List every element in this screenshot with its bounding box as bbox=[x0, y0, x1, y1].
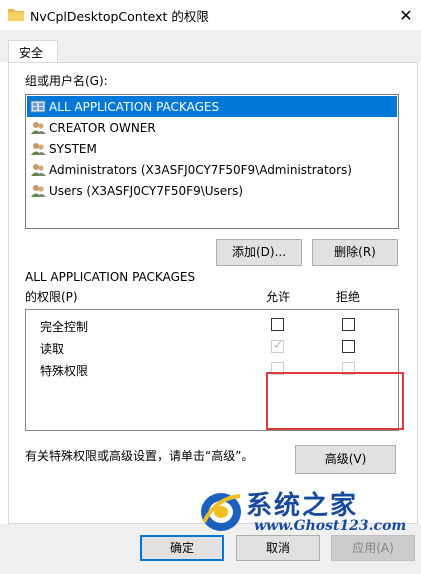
tab-security[interactable]: 安全 bbox=[8, 40, 58, 63]
deny-column-header: 拒绝 bbox=[336, 290, 361, 304]
principal-name: Administrators (X3ASFJ0CY7F50F9\Administ… bbox=[49, 162, 352, 177]
window-title: NvCplDesktopContext 的权限 bbox=[30, 9, 209, 24]
permissions-header: ALL APPLICATION PACKAGES bbox=[25, 270, 196, 284]
permissions-header-sub: 的权限(P) bbox=[25, 290, 78, 304]
users-icon bbox=[31, 121, 46, 134]
list-item[interactable]: Users (X3ASFJ0CY7F50F9\Users) bbox=[27, 180, 397, 201]
title-bar: NvCplDesktopContext 的权限 ✕ bbox=[0, 0, 421, 30]
allow-checkbox[interactable]: ✓ bbox=[271, 338, 284, 353]
remove-button[interactable]: 删除(R) bbox=[312, 239, 398, 266]
principal-name: CREATOR OWNER bbox=[49, 120, 156, 135]
permission-row: 读取 ✓ bbox=[26, 336, 398, 358]
close-button[interactable]: ✕ bbox=[391, 0, 421, 30]
permission-name: 特殊权限 bbox=[40, 364, 89, 378]
permission-name: 读取 bbox=[40, 342, 65, 356]
list-item[interactable]: CREATOR OWNER bbox=[27, 117, 397, 138]
folder-icon bbox=[8, 9, 24, 21]
principal-name: Users (X3ASFJ0CY7F50F9\Users) bbox=[49, 183, 244, 198]
add-button[interactable]: 添加(D)... bbox=[216, 239, 302, 266]
watermark-logo-icon bbox=[201, 493, 241, 531]
users-icon bbox=[31, 184, 46, 197]
security-panel: 组或用户名(G): ALL APPLICATION PACKAGES CREAT… bbox=[8, 62, 418, 524]
principal-name: ALL APPLICATION PACKAGES bbox=[49, 99, 220, 114]
highlight-box bbox=[266, 372, 404, 430]
principals-list[interactable]: ALL APPLICATION PACKAGES CREATOR OWNER S… bbox=[25, 94, 399, 229]
users-icon bbox=[31, 163, 46, 176]
watermark-url: www.Ghost123.com bbox=[254, 518, 407, 534]
watermark: 系统之家 www.Ghost123.com bbox=[196, 484, 421, 546]
deny-checkbox[interactable] bbox=[342, 318, 355, 331]
tab-strip: 安全 bbox=[0, 30, 421, 63]
permission-name: 完全控制 bbox=[40, 320, 89, 334]
checkmark-icon: ✓ bbox=[273, 338, 284, 352]
groups-label: 组或用户名(G): bbox=[25, 74, 108, 88]
users-icon bbox=[31, 142, 46, 155]
advanced-button[interactable]: 高级(V) bbox=[295, 445, 396, 474]
list-item[interactable]: ALL APPLICATION PACKAGES bbox=[27, 96, 397, 117]
allow-column-header: 允许 bbox=[266, 290, 291, 304]
list-item[interactable]: Administrators (X3ASFJ0CY7F50F9\Administ… bbox=[27, 159, 397, 180]
advanced-note: 有关特殊权限或高级设置，请单击“高级”。 bbox=[25, 449, 254, 463]
allow-checkbox[interactable] bbox=[271, 318, 284, 331]
app-packages-icon bbox=[30, 100, 46, 112]
principal-name: SYSTEM bbox=[49, 141, 97, 156]
deny-checkbox[interactable] bbox=[342, 340, 355, 353]
permission-row: 完全控制 bbox=[26, 314, 398, 336]
list-item[interactable]: SYSTEM bbox=[27, 138, 397, 159]
watermark-text: 系统之家 bbox=[246, 491, 359, 521]
close-icon: ✕ bbox=[399, 5, 413, 25]
